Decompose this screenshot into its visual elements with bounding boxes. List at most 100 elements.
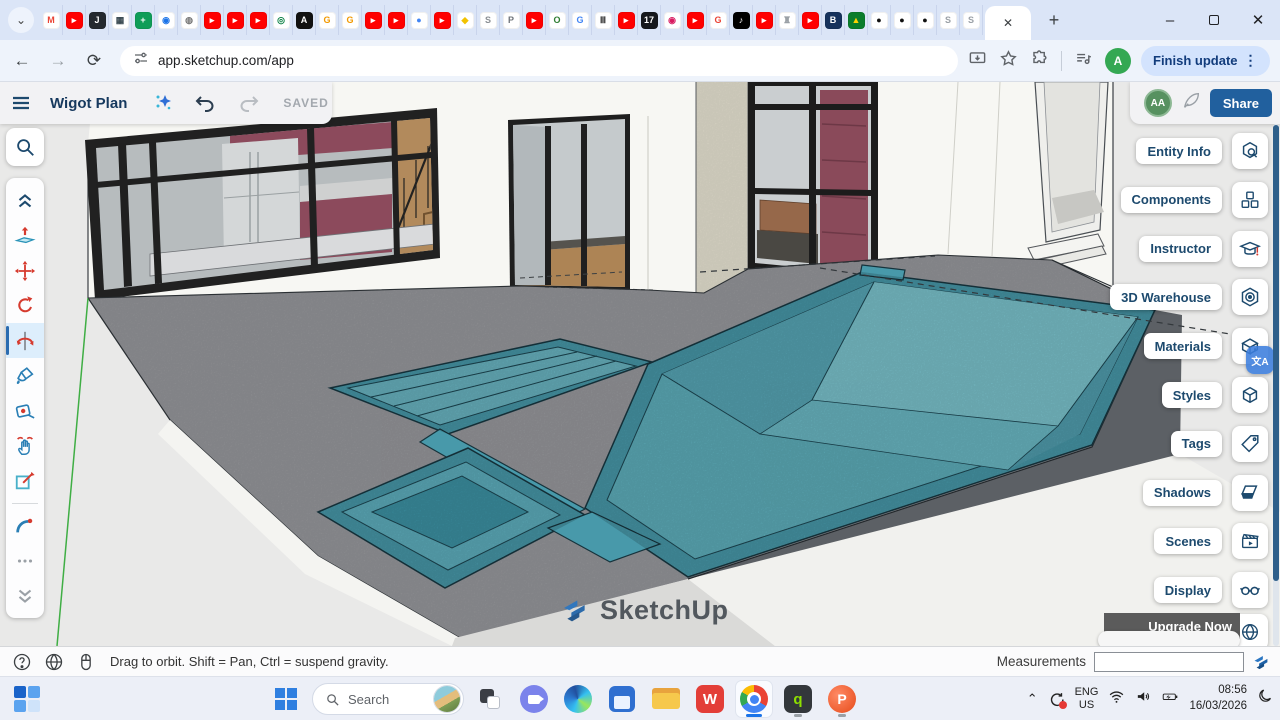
presentation-app-button[interactable]: P [824,681,860,717]
pinned-tab-10[interactable]: ◎ [270,5,293,35]
browser-menu-icon[interactable]: ⋮ [1238,52,1264,69]
pinned-tab-33[interactable]: ▸ [799,5,822,35]
pinned-tab-29[interactable]: G [707,5,730,35]
pinned-tab-2[interactable]: J [86,5,109,35]
search-highlight-image[interactable] [434,686,460,712]
pinned-tab-40[interactable]: S [960,5,983,35]
pinned-tab-17[interactable]: ▸ [431,5,454,35]
omnibox[interactable]: app.sketchup.com/app [120,46,958,76]
pinned-tab-18[interactable]: ◆ [454,5,477,35]
pinned-tab-4[interactable]: + [132,5,155,35]
pinned-tab-21[interactable]: ▸ [523,5,546,35]
document-title[interactable]: Wigot Plan [50,95,127,112]
sync-notification-icon[interactable] [1048,691,1065,708]
site-settings-icon[interactable] [132,49,150,72]
task-view-button[interactable] [472,681,508,717]
orbit-rotate-tool-button[interactable] [6,323,44,358]
panel-button-tags[interactable] [1232,426,1268,462]
ai-sparkle-icon[interactable] [152,91,176,115]
pinned-tab-7[interactable]: ▸ [201,5,224,35]
taskbar-search[interactable]: Search [312,683,464,715]
tray-overflow-chevron[interactable]: ⌃ [1027,691,1038,707]
browser-profile-avatar[interactable]: A [1105,48,1131,74]
reload-button[interactable]: ⟳ [80,47,108,75]
wifi-icon[interactable] [1108,688,1125,710]
panel-button-shadows[interactable] [1232,475,1268,511]
teams-chat-button[interactable] [516,681,552,717]
pinned-tab-34[interactable]: B [822,5,845,35]
pinned-tab-13[interactable]: G [339,5,362,35]
clock[interactable]: 08:5616/03/2026 [1189,683,1247,714]
close-window-button[interactable]: ✕ [1236,0,1280,40]
move-tool-button[interactable] [6,253,44,288]
language-indicator[interactable]: ENGUS [1075,686,1099,712]
pinned-tab-25[interactable]: ▸ [615,5,638,35]
extensions-icon[interactable] [1030,49,1049,73]
pinned-tab-38[interactable]: ● [914,5,937,35]
focus-moon-icon[interactable] [1257,688,1274,710]
start-button[interactable] [268,681,304,717]
tab-overflow-button[interactable]: ⌄ [8,7,34,33]
widgets-button[interactable] [12,684,42,714]
close-tab-icon[interactable]: ✕ [1003,16,1013,30]
pinned-tab-28[interactable]: ▸ [684,5,707,35]
pinned-tab-12[interactable]: G [316,5,339,35]
pinned-tab-23[interactable]: G [569,5,592,35]
redo-button[interactable] [236,91,260,115]
maximize-button[interactable] [1192,0,1236,40]
back-button[interactable]: ← [8,47,36,75]
panel-button-styles[interactable] [1232,377,1268,413]
pinned-tab-5[interactable]: ◉ [155,5,178,35]
pinned-tab-3[interactable]: ▦ [109,5,132,35]
search-tool-button[interactable] [6,128,44,166]
panel-button-components[interactable] [1232,182,1268,218]
pinned-tab-1[interactable]: ▸ [63,5,86,35]
scrollbar-thumb[interactable] [1273,125,1279,581]
pinned-tab-24[interactable]: Ⅲ [592,5,615,35]
chrome-button[interactable] [736,681,772,717]
q-app-button[interactable]: q [780,681,816,717]
language-globe-icon[interactable] [44,652,64,672]
pipe-tool-button[interactable] [6,508,44,543]
translate-overlay-icon[interactable]: 文A [1246,346,1274,374]
panel-button-entity-info[interactable] [1232,133,1268,169]
collapse-up-button[interactable] [6,183,44,218]
hamburger-menu-icon[interactable] [9,91,33,115]
undo-button[interactable] [194,91,218,115]
pinned-tab-14[interactable]: ▸ [362,5,385,35]
finish-update-button[interactable]: Finish update ⋮ [1141,46,1270,76]
install-app-icon[interactable] [968,49,987,73]
edge-button[interactable] [560,681,596,717]
pinned-tab-26[interactable]: 17 [638,5,661,35]
pinned-tab-32[interactable]: ♜ [776,5,799,35]
active-tab[interactable]: ✕ [985,6,1031,40]
app-scrollbar[interactable] [1273,124,1279,646]
tab-search-media-icon[interactable] [1074,49,1093,73]
new-tab-button[interactable]: + [1041,7,1067,33]
model-canvas[interactable] [0,82,1280,646]
pinned-tab-36[interactable]: ● [868,5,891,35]
pinned-tab-6[interactable]: ◍ [178,5,201,35]
pinned-tab-35[interactable]: ▲ [845,5,868,35]
pinned-tab-8[interactable]: ▸ [224,5,247,35]
tape-measure-tool-button[interactable] [6,393,44,428]
panel-button-scenes[interactable] [1232,523,1268,559]
battery-icon[interactable] [1162,688,1179,710]
pinned-tab-0[interactable]: M [40,5,63,35]
file-explorer-button[interactable] [648,681,684,717]
pinned-tab-15[interactable]: ▸ [385,5,408,35]
pinned-tab-9[interactable]: ▸ [247,5,270,35]
pinned-tab-20[interactable]: P [500,5,523,35]
pinned-tab-37[interactable]: ● [891,5,914,35]
collapse-down-button[interactable] [6,578,44,613]
minimize-button[interactable]: – [1148,0,1192,40]
measurements-input[interactable] [1094,652,1244,672]
pinned-tab-39[interactable]: S [937,5,960,35]
help-icon[interactable] [12,652,32,672]
more-tools-button[interactable] [6,543,44,578]
bookmark-star-icon[interactable] [999,49,1018,73]
pinned-tab-16[interactable]: ● [408,5,431,35]
store-button[interactable] [604,681,640,717]
panel-button-instructor[interactable] [1232,231,1268,267]
pull-tool-button[interactable] [6,218,44,253]
